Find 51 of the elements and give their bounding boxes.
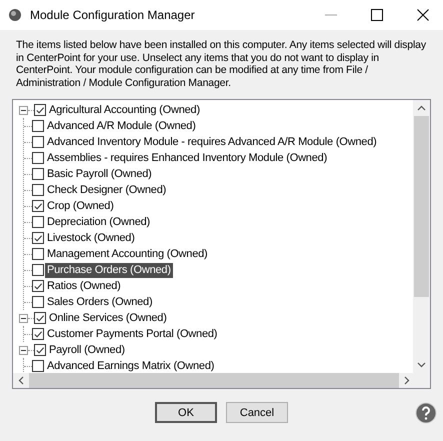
- checkbox[interactable]: [32, 360, 44, 372]
- cancel-button[interactable]: Cancel: [226, 402, 288, 423]
- tree-item[interactable]: Livestock (Owned): [45, 230, 137, 246]
- checkbox[interactable]: [34, 344, 46, 356]
- scroll-down-icon[interactable]: [417, 362, 426, 368]
- checkbox[interactable]: [32, 280, 44, 292]
- horizontal-scrollbar[interactable]: [13, 373, 430, 388]
- scroll-up-icon[interactable]: [417, 105, 426, 111]
- tree-item[interactable]: Advanced A/R Module (Owned): [45, 118, 198, 134]
- checkbox[interactable]: [32, 168, 44, 180]
- maximize-icon[interactable]: [371, 9, 383, 21]
- tree-item[interactable]: Advanced Inventory Module - requires Advanced A/R Module (Owned): [45, 134, 379, 150]
- app-logo-icon: [8, 8, 22, 22]
- tree-item[interactable]: Advanced Earnings Matrix (Owned): [45, 358, 216, 373]
- tree-item[interactable]: Online Services (Owned): [47, 310, 169, 326]
- window-title: Module Configuration Manager: [30, 8, 196, 22]
- tree-item[interactable]: Depreciation (Owned): [45, 214, 152, 230]
- checkbox[interactable]: [32, 200, 44, 212]
- checkbox[interactable]: [32, 216, 44, 228]
- help-icon[interactable]: [415, 402, 437, 424]
- checkbox[interactable]: [32, 184, 44, 196]
- checkbox[interactable]: [32, 264, 44, 276]
- tree-item[interactable]: Basic Payroll (Owned): [45, 166, 154, 182]
- close-icon[interactable]: [417, 9, 429, 21]
- tree-item[interactable]: Purchase Orders (Owned): [45, 262, 173, 278]
- tree-item[interactable]: Customer Payments Portal (Owned): [45, 326, 220, 342]
- tree-item[interactable]: Sales Orders (Owned): [45, 294, 154, 310]
- checkbox[interactable]: [32, 328, 44, 340]
- ok-button[interactable]: OK: [155, 402, 217, 423]
- checkbox[interactable]: [32, 152, 44, 164]
- collapse-icon[interactable]: [19, 346, 28, 354]
- intro-text: The items listed below have been installed on this computer. Any items selected will display in CenterPoint for your use. Unselect any items that you do not want to display in CenterPoint. Your module configuration can be modified at any time from File / Administration / Module Configuration Manager.: [16, 39, 427, 89]
- tree-item[interactable]: Check Designer (Owned): [45, 182, 168, 198]
- collapse-icon[interactable]: [19, 314, 28, 322]
- tree-item[interactable]: Management Accounting (Owned): [45, 246, 210, 262]
- checkbox[interactable]: [32, 120, 44, 132]
- scroll-right-icon[interactable]: [404, 376, 410, 385]
- tree-item[interactable]: Payroll (Owned): [47, 342, 127, 358]
- collapse-icon[interactable]: [19, 106, 28, 114]
- checkbox[interactable]: [32, 232, 44, 244]
- tree-item[interactable]: Assemblies - requires Enhanced Inventory Module (Owned): [45, 150, 330, 166]
- tree-item[interactable]: Agricultural Accounting (Owned): [47, 102, 202, 118]
- tree-item[interactable]: Crop (Owned): [45, 198, 116, 214]
- checkbox[interactable]: [32, 136, 44, 148]
- vertical-scrollbar[interactable]: [413, 100, 430, 373]
- checkbox[interactable]: [34, 312, 46, 324]
- checkbox[interactable]: [32, 296, 44, 308]
- tree-item[interactable]: Ratios (Owned): [45, 278, 123, 294]
- checkbox[interactable]: [32, 248, 44, 260]
- scroll-left-icon[interactable]: [18, 376, 24, 385]
- checkbox[interactable]: [34, 104, 46, 116]
